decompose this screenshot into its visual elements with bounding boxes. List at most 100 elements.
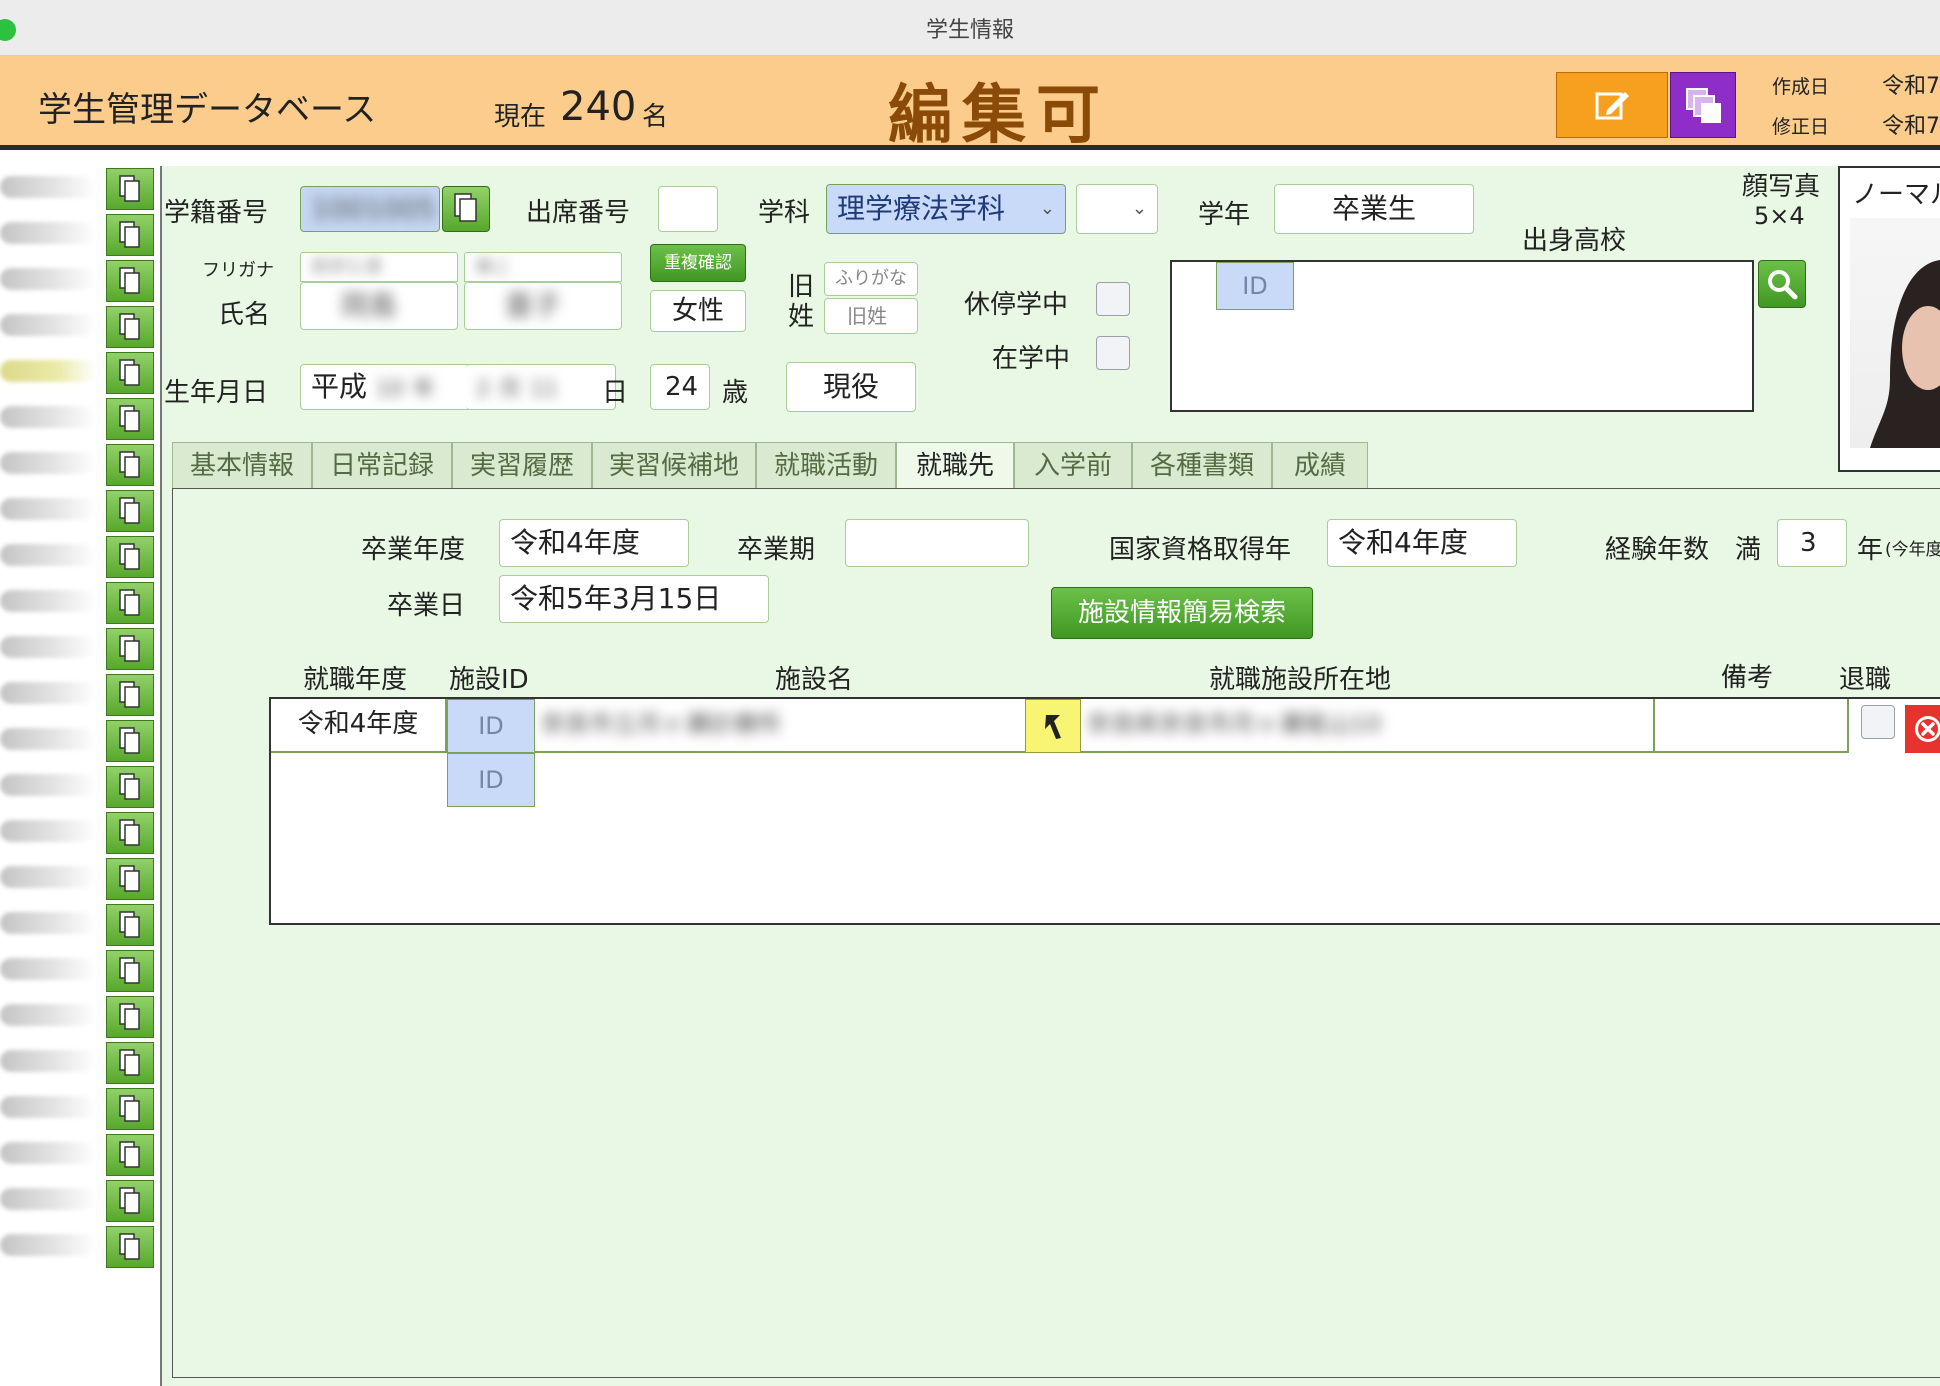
- open-record-button[interactable]: [106, 214, 154, 256]
- furigana-first-field[interactable]: あこ: [464, 252, 622, 282]
- sidebar-record-row[interactable]: [0, 258, 156, 302]
- sidebar-record-row[interactable]: [0, 810, 156, 854]
- tab-4[interactable]: 実習候補地: [592, 442, 756, 490]
- old-name-field[interactable]: 旧姓: [824, 298, 918, 334]
- enrolled-checkbox[interactable]: [1096, 336, 1130, 370]
- tab-1[interactable]: 基本情報: [172, 442, 312, 490]
- open-record-button[interactable]: [106, 168, 154, 210]
- student-form: 学籍番号 1001005 出席番号 学科 理学療法学科 ⌄ ⌄ 学年 卒業生 顔写…: [160, 166, 1940, 1386]
- tab-3[interactable]: 実習履歴: [452, 442, 592, 490]
- edit-button[interactable]: [1556, 72, 1668, 138]
- birth-month-day-field[interactable]: 2 月 11: [466, 364, 616, 410]
- sidebar-record-row[interactable]: [0, 212, 156, 256]
- sidebar-record-row[interactable]: [0, 718, 156, 762]
- sidebar-record-row[interactable]: [0, 1224, 156, 1268]
- new-row-facility-id-button[interactable]: ID: [447, 753, 535, 807]
- grade-field[interactable]: 卒業生: [1274, 184, 1474, 234]
- open-record-button[interactable]: [106, 260, 154, 302]
- sidebar-record-row[interactable]: [0, 304, 156, 348]
- tab-9[interactable]: 成績: [1272, 442, 1368, 490]
- grad-term-field[interactable]: [845, 519, 1029, 567]
- open-record-button[interactable]: [106, 1042, 154, 1084]
- highschool-search-button[interactable]: [1758, 260, 1806, 308]
- retired-checkbox[interactable]: [1861, 705, 1895, 739]
- open-record-button[interactable]: [106, 766, 154, 808]
- status-field[interactable]: 現役: [786, 362, 916, 412]
- highschool-id-button[interactable]: ID: [1216, 262, 1294, 310]
- employment-table: 令和4年度 ID 奈良市立月ヶ瀬診療所 奈良県奈良市月ヶ瀬尾山10 ID: [269, 697, 1940, 925]
- employment-year-field[interactable]: 令和4年度: [271, 699, 447, 753]
- tab-2[interactable]: 日常記録: [312, 442, 452, 490]
- open-record-button[interactable]: [106, 858, 154, 900]
- facility-id-button[interactable]: ID: [447, 699, 535, 753]
- facility-name-field[interactable]: 奈良市立月ヶ瀬診療所: [535, 699, 1025, 753]
- tab-5[interactable]: 就職活動: [756, 442, 896, 490]
- sidebar-record-row[interactable]: [0, 396, 156, 440]
- open-record-button[interactable]: [106, 950, 154, 992]
- open-record-button[interactable]: [106, 904, 154, 946]
- open-record-button[interactable]: [106, 674, 154, 716]
- name-first-field[interactable]: 亜子: [464, 282, 622, 330]
- facility-search-button[interactable]: 施設情報簡易検索: [1051, 587, 1313, 639]
- open-record-button[interactable]: [106, 1088, 154, 1130]
- open-record-button[interactable]: [106, 1226, 154, 1268]
- tab-8[interactable]: 各種書類: [1132, 442, 1272, 490]
- sidebar-record-row[interactable]: [0, 1086, 156, 1130]
- notes-field[interactable]: [1653, 699, 1849, 753]
- sidebar-record-row[interactable]: [0, 948, 156, 992]
- open-record-button[interactable]: [106, 996, 154, 1038]
- grad-year-field[interactable]: 令和4年度: [499, 519, 689, 567]
- leave-checkbox[interactable]: [1096, 282, 1130, 316]
- sidebar-record-row[interactable]: [0, 1040, 156, 1084]
- sidebar-record-row[interactable]: [0, 488, 156, 532]
- open-record-button[interactable]: [106, 812, 154, 854]
- sidebar-record-row[interactable]: [0, 902, 156, 946]
- facility-address-field[interactable]: 奈良県奈良市月ヶ瀬尾山10: [1081, 699, 1653, 753]
- open-record-button[interactable]: [106, 628, 154, 670]
- student-no-field[interactable]: 1001005: [300, 186, 440, 232]
- open-record-button[interactable]: [106, 1180, 154, 1222]
- facility-link-button[interactable]: [1025, 699, 1081, 753]
- tab-7[interactable]: 入学前: [1014, 442, 1132, 490]
- open-record-button[interactable]: [106, 352, 154, 394]
- open-record-button[interactable]: [106, 1134, 154, 1176]
- sidebar-record-row[interactable]: [0, 534, 156, 578]
- open-record-button[interactable]: [106, 398, 154, 440]
- department-select[interactable]: 理学療法学科 ⌄: [826, 184, 1066, 234]
- open-record-button[interactable]: [106, 536, 154, 578]
- open-record-button[interactable]: [106, 490, 154, 532]
- furigana-last-field[interactable]: おかじま: [300, 252, 458, 282]
- sidebar-record-row[interactable]: [0, 1178, 156, 1222]
- age-field[interactable]: 24: [650, 364, 710, 410]
- duplicate-check-button[interactable]: 重複確認: [650, 244, 746, 282]
- license-year-field[interactable]: 令和4年度: [1327, 519, 1517, 567]
- sidebar-record-row[interactable]: [0, 1132, 156, 1176]
- copy-student-no-button[interactable]: [442, 186, 490, 232]
- department-sub-select[interactable]: ⌄: [1076, 184, 1158, 234]
- sidebar-record-row[interactable]: [0, 442, 156, 486]
- highschool-field[interactable]: ID: [1170, 260, 1754, 412]
- open-record-button[interactable]: [106, 582, 154, 624]
- old-kana-field[interactable]: ふりがな: [824, 262, 918, 296]
- sidebar-record-row[interactable]: [0, 350, 156, 394]
- created-date-label: 作成日: [1772, 76, 1830, 98]
- name-last-field[interactable]: 岡島: [300, 282, 458, 330]
- duplicate-record-button[interactable]: [1670, 72, 1736, 138]
- attendance-no-field[interactable]: [658, 186, 718, 232]
- sidebar-record-row[interactable]: [0, 672, 156, 716]
- sidebar-record-row[interactable]: [0, 856, 156, 900]
- sidebar-record-row[interactable]: [0, 994, 156, 1038]
- grad-date-field[interactable]: 令和5年3月15日: [499, 575, 769, 623]
- copy-icon: [119, 1003, 140, 1030]
- open-record-button[interactable]: [106, 444, 154, 486]
- experience-field[interactable]: 3: [1777, 519, 1847, 567]
- sidebar-record-row[interactable]: [0, 626, 156, 670]
- sidebar-record-row[interactable]: [0, 764, 156, 808]
- gender-field[interactable]: 女性: [650, 290, 746, 332]
- open-record-button[interactable]: [106, 306, 154, 348]
- delete-row-button[interactable]: [1905, 705, 1940, 753]
- open-record-button[interactable]: [106, 720, 154, 762]
- tab-6[interactable]: 就職先: [896, 442, 1014, 494]
- sidebar-record-row[interactable]: [0, 166, 156, 210]
- sidebar-record-row[interactable]: [0, 580, 156, 624]
